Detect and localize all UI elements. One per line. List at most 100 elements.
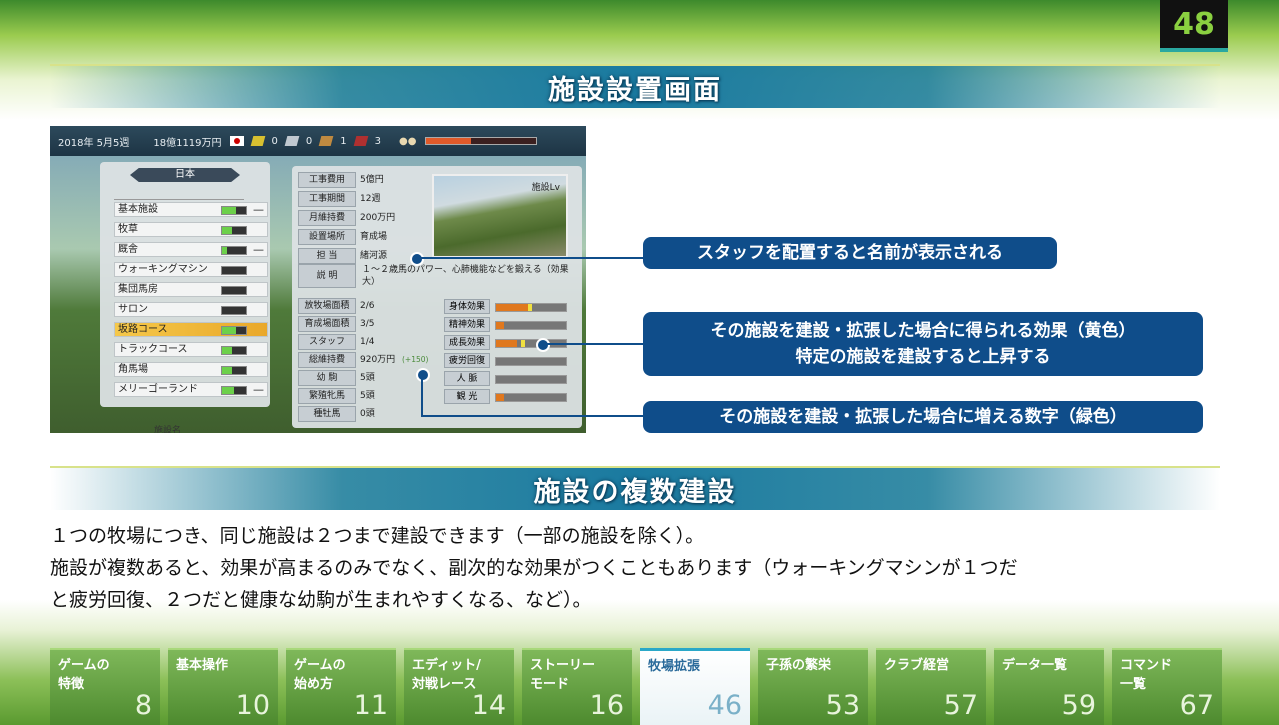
- effect-key: 観 光: [444, 389, 490, 404]
- nav-tab-label: ゲームの 始め方: [294, 658, 346, 692]
- facility-name: 集団馬房: [118, 284, 158, 295]
- effect-pointer-dot: [536, 338, 550, 352]
- facility-name: メリーゴーランド: [118, 384, 198, 395]
- facility-row[interactable]: 集団馬房: [114, 282, 268, 297]
- nav-tab[interactable]: ストーリー モード 16: [522, 648, 632, 725]
- nav-tab[interactable]: エディット/ 対戦レース 14: [404, 648, 514, 725]
- nav-tab-label: データ一覧: [1002, 658, 1068, 673]
- nav-tab-label: クラブ経営: [884, 658, 950, 673]
- facility-name: 厩舎: [118, 244, 138, 255]
- effect-pointer-line: [547, 343, 643, 345]
- effect-key: 成長効果: [444, 335, 490, 350]
- stat-key: 放牧場面積: [298, 298, 356, 314]
- stat-value: 2/6: [360, 301, 375, 311]
- effect-bar: [495, 303, 567, 312]
- body-text: １つの牧場につき、同じ施設は２つまで建設できます（一部の施設を除く）。 施設が複…: [50, 520, 1240, 616]
- nav-tab[interactable]: 子孫の繁栄 53: [758, 648, 868, 725]
- facility-row[interactable]: 坂路コース: [114, 322, 268, 337]
- nav-tab[interactable]: 基本操作 10: [168, 648, 278, 725]
- game-money: 18億1119万円: [153, 137, 222, 149]
- facility-row[interactable]: メリーゴーランド —: [114, 382, 268, 397]
- body-line-1: １つの牧場につき、同じ施設は２つまで建設できます（一部の施設を除く）。: [50, 525, 705, 547]
- ticket-bronze-icon: [318, 136, 334, 146]
- nav-tab-label: ストーリー モード: [530, 658, 596, 692]
- facility-description: １～２歳馬のパワー、心肺機能などを鍛える（効果大）: [362, 265, 569, 287]
- facility-name: 坂路コース: [118, 324, 168, 335]
- facility-lv-bar: [221, 346, 247, 355]
- nav-tab[interactable]: コマンド 一覧 67: [1112, 648, 1222, 725]
- nav-tab-label: ゲームの 特徴: [58, 658, 110, 692]
- number-pointer-line-v: [421, 378, 423, 416]
- effect-bar: [495, 393, 567, 402]
- stat-key: 総維持費: [298, 352, 356, 368]
- facility-row[interactable]: 厩舎 —: [114, 242, 268, 257]
- effect-key: 人 脈: [444, 371, 490, 386]
- facility-row[interactable]: ウォーキングマシン: [114, 262, 268, 277]
- facility-row[interactable]: サロン: [114, 302, 268, 317]
- facility-list-panel: 日本 施設名 Lv 基本施設 — 牧草厩舎 — ウォーキングマシン集団馬房サロン坂路コー…: [100, 162, 270, 433]
- facility-dash: —: [253, 203, 264, 216]
- detail-value: 200万円: [360, 213, 396, 223]
- nav-tab[interactable]: ゲームの 特徴 8: [50, 648, 160, 725]
- facility-row[interactable]: 牧草: [114, 222, 268, 237]
- staff-progress-bar: [424, 137, 537, 145]
- facility-list-columns: 施設名 Lv: [114, 186, 244, 433]
- nav-tab[interactable]: ゲームの 始め方 11: [286, 648, 396, 725]
- detail-key: 工事費用: [298, 172, 356, 188]
- stat-key: 繁殖牝馬: [298, 388, 356, 404]
- nav-tab-page: 16: [589, 690, 624, 721]
- nav-tab-page: 57: [943, 690, 978, 721]
- nav-tab-page: 14: [471, 690, 506, 721]
- nav-tab-page: 67: [1179, 690, 1214, 721]
- facility-dash: —: [253, 243, 264, 256]
- nav-tab-page: 46: [707, 690, 742, 721]
- facility-row[interactable]: 角馬場: [114, 362, 268, 377]
- stat-extra: (+150): [402, 355, 429, 364]
- detail-key: 担 当: [298, 248, 356, 264]
- nav-tab[interactable]: データ一覧 59: [994, 648, 1104, 725]
- staff-people-icon: ●●: [399, 135, 417, 147]
- stat-value: 920万円: [360, 355, 396, 365]
- game-status-bar: 2018年 5月5週 18億1119万円 0 0 1 3 ●●: [50, 126, 586, 156]
- detail-value: 5億円: [360, 175, 384, 185]
- effect-bar: [495, 321, 567, 330]
- detail-key: 設置場所: [298, 229, 356, 245]
- nav-tab-page: 53: [825, 690, 860, 721]
- ticket-gold-icon: [250, 136, 265, 146]
- callout-effect-line1: その施設を建設・拡張した場合に得られる効果（黄色）: [710, 321, 1136, 341]
- facility-dash: —: [253, 383, 264, 396]
- detail-key: 工事期間: [298, 191, 356, 207]
- nav-tab-page: 8: [134, 690, 152, 721]
- ticket-red-icon: [353, 136, 369, 146]
- number-pointer-line-h: [421, 415, 643, 417]
- facility-row[interactable]: 基本施設 —: [114, 202, 268, 217]
- facility-row[interactable]: トラックコース: [114, 342, 268, 357]
- facility-name: 基本施設: [118, 204, 158, 215]
- facility-lv-bar: [221, 206, 247, 215]
- facility-name: サロン: [118, 304, 148, 315]
- nav-tab[interactable]: クラブ経営 57: [876, 648, 986, 725]
- ticket-count-2: 0: [305, 135, 313, 147]
- body-line-2: 施設が複数あると、効果が高まるのみでなく、副次的な効果がつくこともあります（ウォ…: [50, 557, 1018, 579]
- effect-bar: [495, 357, 567, 366]
- callout-number: その施設を建設・拡張した場合に増える数字（緑色）: [643, 401, 1203, 433]
- facility-lv-bar: [221, 306, 247, 315]
- nav-tab-label: 牧場拡張: [648, 659, 701, 674]
- region-header: 日本: [130, 168, 240, 182]
- facility-lv-bar: [221, 286, 247, 295]
- game-screenshot: 2018年 5月5週 18億1119万円 0 0 1 3 ●● 日本 施設名 L…: [50, 126, 586, 433]
- effect-key: 精神効果: [444, 317, 490, 332]
- facility-lv-bar: [221, 226, 247, 235]
- effect-key: 疲労回復: [444, 353, 490, 368]
- nav-tab-label: コマンド 一覧: [1120, 658, 1173, 692]
- facility-name: 角馬場: [118, 364, 148, 375]
- facility-lv-bar: [221, 326, 247, 335]
- chapter-nav: ゲームの 特徴 8 基本操作 10 ゲームの 始め方 11 エディット/ 対戦レース 14 スト…: [50, 648, 1230, 725]
- nav-tab-page: 59: [1061, 690, 1096, 721]
- page-number: 48: [1160, 0, 1228, 52]
- ticket-count-3: 1: [340, 135, 347, 147]
- nav-tab[interactable]: 牧場拡張 46: [640, 648, 750, 725]
- facility-lv-bar: [221, 386, 247, 395]
- body-line-3: と疲労回復、２つだと健康な幼駒が生まれやすくなる、など）。: [50, 589, 592, 611]
- facility-detail-panel: 工事費用 5億円 工事期間 12週 月維持費 200万円 設置場所 育成場担 当緒河源 施設L…: [292, 166, 582, 428]
